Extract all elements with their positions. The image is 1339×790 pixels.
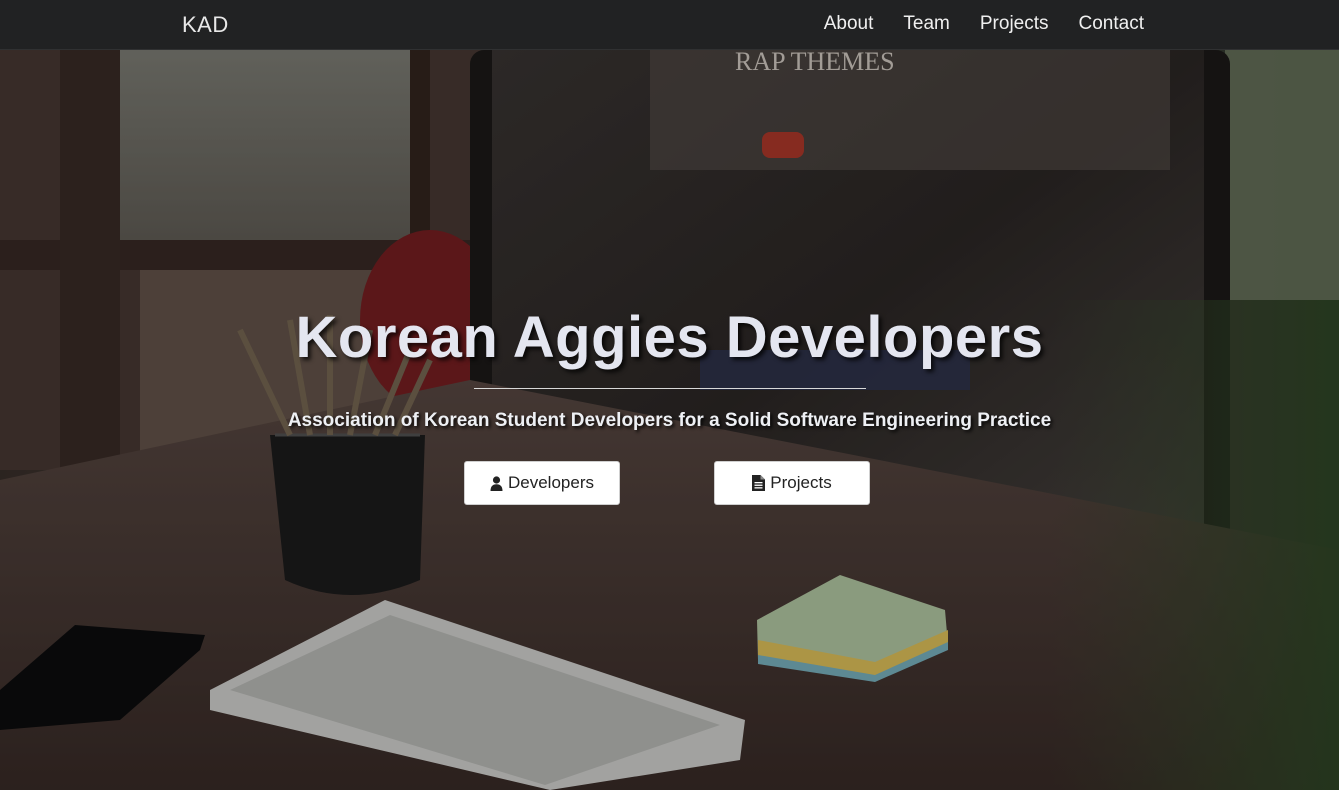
nav-link-about[interactable]: About	[824, 13, 874, 35]
hero-divider	[474, 388, 866, 389]
nav-link-projects[interactable]: Projects	[980, 13, 1049, 35]
projects-button[interactable]: Projects	[714, 461, 870, 505]
hero-title: Korean Aggies Developers	[295, 305, 1044, 370]
brand-logo[interactable]: KAD	[182, 12, 229, 38]
hero-content: Korean Aggies Developers Association of …	[0, 50, 1339, 790]
nav-link-team[interactable]: Team	[903, 13, 949, 35]
user-icon	[490, 475, 503, 491]
nav-link-contact[interactable]: Contact	[1079, 13, 1144, 35]
nav-links: About Team Projects Contact	[824, 13, 1144, 35]
top-navbar: KAD About Team Projects Contact	[0, 0, 1339, 50]
projects-button-label: Projects	[770, 473, 832, 492]
developers-button-label: Developers	[508, 473, 594, 492]
file-icon	[752, 475, 766, 491]
page: KAD About Team Projects Contact RAP THEM…	[0, 0, 1339, 790]
developers-button[interactable]: Developers	[464, 461, 620, 505]
hero-subtitle: Association of Korean Student Developers…	[287, 410, 1052, 431]
